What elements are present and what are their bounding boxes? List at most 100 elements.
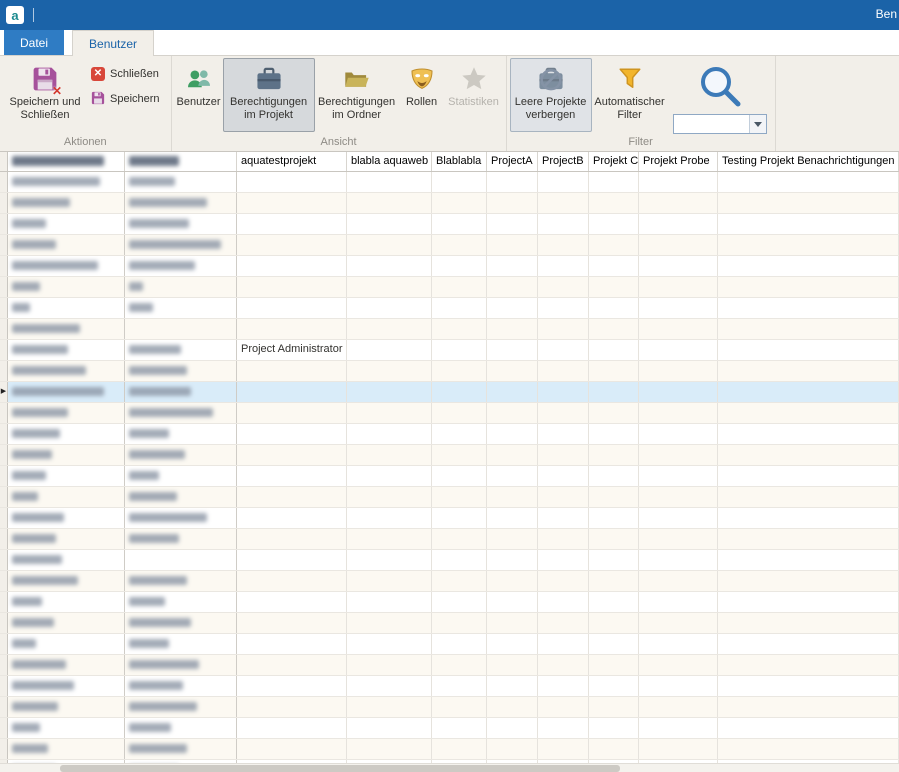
permission-cell[interactable] bbox=[237, 172, 347, 192]
user-cell[interactable] bbox=[8, 277, 125, 297]
permission-cell[interactable] bbox=[718, 298, 899, 318]
permission-cell[interactable] bbox=[347, 172, 432, 192]
name-cell[interactable] bbox=[125, 172, 237, 192]
row-marker[interactable] bbox=[0, 340, 8, 360]
name-cell[interactable] bbox=[125, 508, 237, 528]
column-header-project[interactable]: Testing Projekt Benachrichtigungen bbox=[718, 152, 899, 171]
permission-cell[interactable] bbox=[639, 739, 718, 759]
rollen-button[interactable]: Rollen bbox=[399, 58, 445, 132]
name-cell[interactable] bbox=[125, 403, 237, 423]
permission-cell[interactable] bbox=[347, 718, 432, 738]
permission-cell[interactable] bbox=[487, 424, 538, 444]
name-cell[interactable] bbox=[125, 697, 237, 717]
name-cell[interactable] bbox=[125, 529, 237, 549]
permission-cell[interactable] bbox=[589, 697, 639, 717]
row-marker[interactable] bbox=[0, 550, 8, 570]
name-cell[interactable] bbox=[125, 739, 237, 759]
permission-cell[interactable] bbox=[487, 235, 538, 255]
permission-cell[interactable] bbox=[432, 676, 487, 696]
user-cell[interactable] bbox=[8, 718, 125, 738]
permission-cell[interactable] bbox=[639, 319, 718, 339]
permission-cell[interactable] bbox=[237, 571, 347, 591]
permission-cell[interactable] bbox=[432, 592, 487, 612]
table-row[interactable] bbox=[0, 508, 899, 529]
permission-cell[interactable] bbox=[589, 172, 639, 192]
column-header-project[interactable]: ProjectA bbox=[487, 152, 538, 171]
permission-cell[interactable] bbox=[718, 655, 899, 675]
permission-cell[interactable] bbox=[639, 676, 718, 696]
permission-cell[interactable] bbox=[487, 340, 538, 360]
permission-cell[interactable] bbox=[639, 340, 718, 360]
table-row[interactable] bbox=[0, 298, 899, 319]
name-cell[interactable] bbox=[125, 214, 237, 234]
table-row[interactable] bbox=[0, 277, 899, 298]
permission-cell[interactable] bbox=[237, 718, 347, 738]
filter-combobox[interactable] bbox=[673, 114, 767, 134]
permission-cell[interactable] bbox=[538, 739, 589, 759]
user-cell[interactable] bbox=[8, 382, 125, 402]
permission-cell[interactable] bbox=[538, 340, 589, 360]
permission-cell[interactable] bbox=[538, 634, 589, 654]
user-cell[interactable] bbox=[8, 424, 125, 444]
permission-cell[interactable] bbox=[538, 235, 589, 255]
name-cell[interactable] bbox=[125, 445, 237, 465]
permission-cell[interactable] bbox=[237, 424, 347, 444]
permission-cell[interactable] bbox=[589, 718, 639, 738]
tab-benutzer[interactable]: Benutzer bbox=[72, 30, 154, 56]
user-cell[interactable] bbox=[8, 403, 125, 423]
permission-cell[interactable] bbox=[432, 424, 487, 444]
permission-cell[interactable] bbox=[347, 571, 432, 591]
permission-cell[interactable] bbox=[347, 613, 432, 633]
permission-cell[interactable] bbox=[347, 739, 432, 759]
permission-cell[interactable] bbox=[487, 487, 538, 507]
user-cell[interactable] bbox=[8, 676, 125, 696]
permission-cell[interactable] bbox=[589, 361, 639, 381]
permission-cell[interactable] bbox=[718, 382, 899, 402]
permission-cell[interactable] bbox=[639, 235, 718, 255]
row-marker[interactable] bbox=[0, 676, 8, 696]
permission-cell[interactable] bbox=[347, 361, 432, 381]
name-cell[interactable] bbox=[125, 613, 237, 633]
name-cell[interactable] bbox=[125, 319, 237, 339]
user-cell[interactable] bbox=[8, 571, 125, 591]
permission-cell[interactable] bbox=[487, 361, 538, 381]
row-marker[interactable] bbox=[0, 592, 8, 612]
leere-projekte-verbergen-button[interactable]: Leere Projekte verbergen bbox=[510, 58, 592, 132]
user-cell[interactable] bbox=[8, 256, 125, 276]
permission-cell[interactable] bbox=[347, 634, 432, 654]
permission-cell[interactable] bbox=[487, 319, 538, 339]
permission-cell[interactable] bbox=[347, 424, 432, 444]
permission-cell[interactable] bbox=[487, 298, 538, 318]
permission-cell[interactable] bbox=[237, 277, 347, 297]
row-marker[interactable] bbox=[0, 634, 8, 654]
row-marker[interactable]: ▶ bbox=[0, 382, 8, 402]
name-cell[interactable] bbox=[125, 550, 237, 570]
permission-cell[interactable] bbox=[432, 655, 487, 675]
berechtigungen-projekt-button[interactable]: Berechtigungen im Projekt bbox=[223, 58, 315, 132]
table-row[interactable] bbox=[0, 613, 899, 634]
table-row[interactable] bbox=[0, 256, 899, 277]
permission-cell[interactable] bbox=[487, 256, 538, 276]
name-cell[interactable] bbox=[125, 718, 237, 738]
table-row[interactable]: Project Administrator bbox=[0, 340, 899, 361]
column-header-project[interactable]: blabla aquaweb bbox=[347, 152, 432, 171]
permission-cell[interactable] bbox=[639, 571, 718, 591]
permission-cell[interactable] bbox=[237, 298, 347, 318]
row-marker[interactable] bbox=[0, 424, 8, 444]
name-cell[interactable] bbox=[125, 655, 237, 675]
column-header-project[interactable]: Projekt C bbox=[589, 152, 639, 171]
permission-cell[interactable] bbox=[347, 445, 432, 465]
permission-cell[interactable] bbox=[639, 361, 718, 381]
column-header-username[interactable] bbox=[8, 152, 125, 171]
permission-cell[interactable] bbox=[487, 193, 538, 213]
permission-cell[interactable] bbox=[237, 655, 347, 675]
permission-cell[interactable] bbox=[538, 445, 589, 465]
permission-cell[interactable] bbox=[639, 193, 718, 213]
permission-cell[interactable] bbox=[432, 529, 487, 549]
table-row[interactable] bbox=[0, 592, 899, 613]
row-marker[interactable] bbox=[0, 487, 8, 507]
permission-cell[interactable] bbox=[589, 424, 639, 444]
user-cell[interactable] bbox=[8, 172, 125, 192]
permission-cell[interactable] bbox=[538, 256, 589, 276]
permission-cell[interactable] bbox=[538, 403, 589, 423]
